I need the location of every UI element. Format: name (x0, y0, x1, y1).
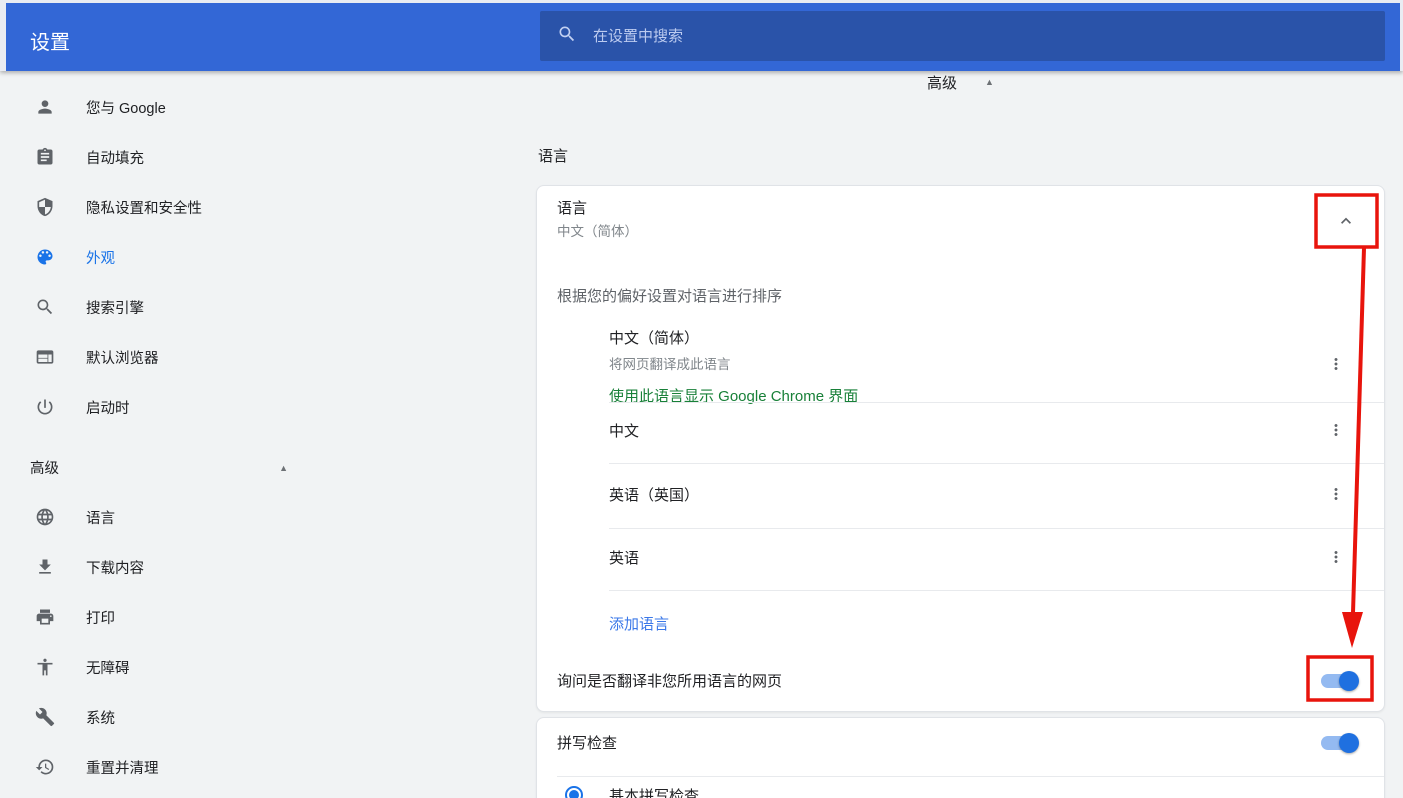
sidebar-item-autofill[interactable]: 自动填充 (0, 132, 330, 182)
translate-prompt-toggle[interactable] (1321, 671, 1359, 691)
language-card-subtitle: 中文（简体） (557, 224, 638, 240)
sidebar-item-on-startup[interactable]: 启动时 (0, 382, 330, 432)
sidebar-item-search-engine[interactable]: 搜索引擎 (0, 282, 330, 332)
sidebar-item-languages[interactable]: 语言 (0, 492, 330, 542)
printer-icon (35, 607, 55, 627)
sidebar-item-label: 自动填充 (86, 147, 144, 168)
language-row-name: 英语 (609, 550, 639, 568)
browser-icon (35, 347, 55, 367)
language-row-name: 中文 (609, 423, 639, 441)
person-icon (35, 97, 55, 117)
language-row-description: 将网页翻译成此语言 (609, 357, 731, 373)
sidebar-item-privacy-security[interactable]: 隐私设置和安全性 (0, 182, 330, 232)
window-frame-edge (0, 0, 1403, 3)
sidebar-advanced-toggle[interactable]: 高级 ▲ (0, 442, 330, 492)
divider (609, 463, 1384, 464)
more-vert-icon (1327, 355, 1345, 378)
sidebar-nav: 您与 Google 自动填充 隐私设置和安全性 外观 搜索引擎 默认浏览器 启动… (0, 71, 330, 792)
sidebar-item-label: 外观 (86, 247, 115, 268)
language-more-button[interactable] (1324, 354, 1348, 378)
sidebar-item-label: 打印 (86, 607, 115, 628)
collapse-language-button[interactable] (1326, 203, 1366, 243)
sidebar-item-label: 隐私设置和安全性 (86, 197, 202, 218)
language-row-name: 英语（英国） (609, 487, 699, 505)
sidebar-item-label: 启动时 (86, 397, 130, 418)
language-row-name: 中文（简体） (609, 330, 699, 348)
spellcheck-label: 拼写检查 (557, 735, 617, 753)
spellcheck-toggle[interactable] (1321, 733, 1359, 753)
sidebar-item-accessibility[interactable]: 无障碍 (0, 642, 330, 692)
sidebar-item-you-and-google[interactable]: 您与 Google (0, 82, 330, 132)
advanced-section-toggle[interactable]: 高级 ▲ (536, 71, 1385, 93)
main-content: 高级 ▲ 语言 语言 中文（简体） 根据您的偏好设置对语言进行排序 中文（简体）… (536, 71, 1386, 798)
sidebar-item-reset-cleanup[interactable]: 重置并清理 (0, 742, 330, 792)
palette-icon (35, 247, 55, 267)
toggle-knob (1339, 671, 1359, 691)
autofill-icon (35, 147, 55, 167)
shield-icon (35, 197, 55, 217)
settings-search-input[interactable] (577, 11, 1385, 61)
wrench-icon (35, 707, 55, 727)
spellcheck-card: 拼写检查 基本拼写检查 (536, 717, 1385, 798)
language-order-hint: 根据您的偏好设置对语言进行排序 (557, 288, 782, 305)
sidebar-item-downloads[interactable]: 下载内容 (0, 542, 330, 592)
toggle-knob (1339, 733, 1359, 753)
caret-up-icon: ▲ (985, 77, 994, 87)
radio-dot-icon (569, 790, 579, 798)
download-icon (35, 557, 55, 577)
language-more-button[interactable] (1324, 547, 1348, 571)
section-title-languages: 语言 (538, 145, 568, 166)
sidebar-item-printing[interactable]: 打印 (0, 592, 330, 642)
basic-spellcheck-label: 基本拼写检查 (609, 788, 699, 798)
more-vert-icon (1327, 421, 1345, 444)
divider (609, 402, 1384, 403)
divider (609, 590, 1384, 591)
caret-up-icon: ▲ (279, 463, 288, 473)
header-toolbar: 设置 (0, 0, 1403, 71)
sidebar-item-appearance[interactable]: 外观 (0, 232, 330, 282)
power-icon (35, 397, 55, 417)
sidebar-item-label: 下载内容 (86, 557, 144, 578)
page-title: 设置 (30, 26, 70, 55)
advanced-label: 高级 (927, 72, 957, 93)
basic-spellcheck-radio[interactable] (565, 786, 583, 798)
accessibility-icon (35, 657, 55, 677)
add-language-button[interactable]: 添加语言 (609, 613, 669, 634)
chevron-up-icon (1336, 211, 1356, 236)
sidebar-item-label: 无障碍 (86, 657, 130, 678)
sidebar-item-label: 语言 (86, 507, 115, 528)
sidebar-item-label: 默认浏览器 (86, 347, 159, 368)
sidebar-item-label: 搜索引擎 (86, 297, 144, 318)
language-card-title: 语言 (557, 200, 587, 218)
sidebar-item-label: 您与 Google (86, 97, 166, 118)
more-vert-icon (1327, 548, 1345, 571)
translate-prompt-label: 询问是否翻译非您所用语言的网页 (557, 673, 782, 691)
sidebar-item-label: 重置并清理 (86, 757, 159, 778)
sidebar-item-label: 系统 (86, 707, 115, 728)
divider (609, 528, 1384, 529)
language-more-button[interactable] (1324, 420, 1348, 444)
sidebar-advanced-label: 高级 (30, 457, 59, 478)
divider (557, 776, 1384, 777)
search-icon (35, 297, 55, 317)
language-card: 语言 中文（简体） 根据您的偏好设置对语言进行排序 中文（简体） 将网页翻译成此… (536, 185, 1385, 712)
sidebar-item-system[interactable]: 系统 (0, 692, 330, 742)
search-box[interactable] (540, 11, 1385, 61)
language-more-button[interactable] (1324, 484, 1348, 508)
sidebar-item-default-browser[interactable]: 默认浏览器 (0, 332, 330, 382)
search-icon (557, 24, 577, 49)
window-frame-edge (0, 0, 6, 71)
more-vert-icon (1327, 485, 1345, 508)
restore-icon (35, 757, 55, 777)
globe-icon (35, 507, 55, 527)
